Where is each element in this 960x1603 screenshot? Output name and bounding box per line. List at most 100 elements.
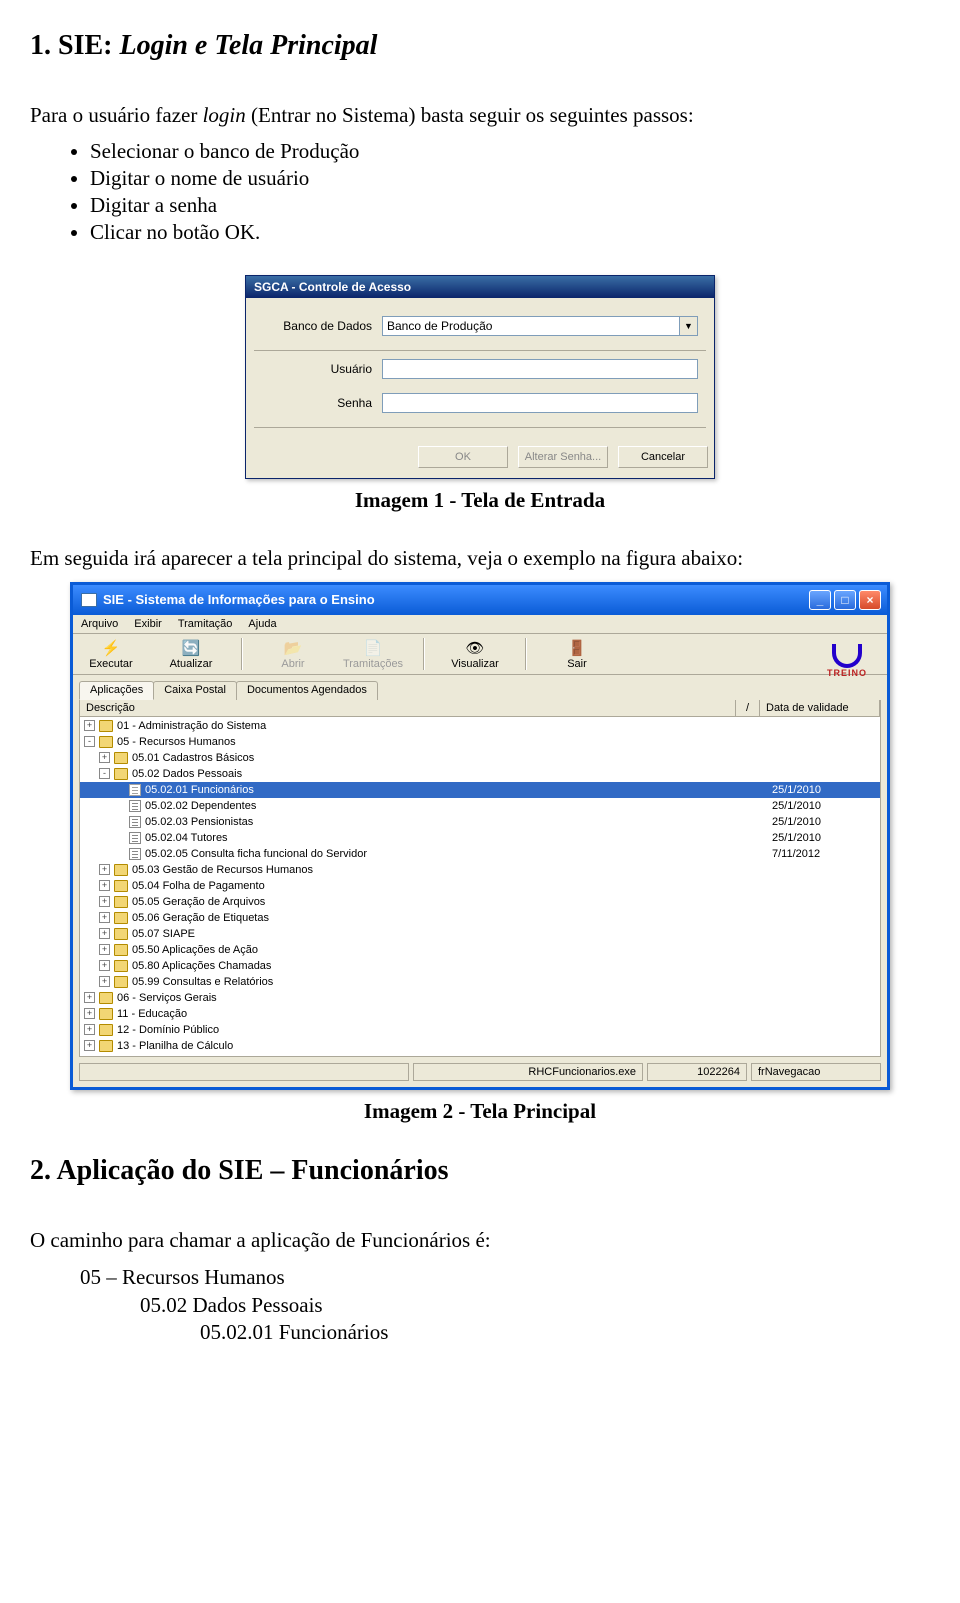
menu-arquivo[interactable]: Arquivo	[81, 618, 118, 630]
expand-icon[interactable]: +	[99, 928, 110, 939]
tree-row-label: 05.06 Geração de Etiquetas	[132, 912, 766, 924]
tree-row[interactable]: +05.80 Aplicações Chamadas	[80, 958, 880, 974]
expand-icon[interactable]: +	[84, 992, 95, 1003]
tree-row-label: 05.80 Aplicações Chamadas	[132, 960, 766, 972]
tree-row[interactable]: +05.50 Aplicações de Ação	[80, 942, 880, 958]
tree-row[interactable]: -05.02 Dados Pessoais	[80, 766, 880, 782]
tree-row[interactable]: +11 - Educação	[80, 1006, 880, 1022]
tree-row[interactable]: 05.02.03 Pensionistas25/1/2010	[80, 814, 880, 830]
intro-a: Para o usuário fazer	[30, 103, 203, 127]
col-descricao[interactable]: Descrição	[80, 700, 736, 716]
login-dialog: SGCA - Controle de Acesso Banco de Dados…	[245, 275, 715, 479]
status-bar: RHCFuncionarios.exe 1022264 frNavegacao	[79, 1063, 881, 1081]
tree-row[interactable]: +05.99 Consultas e Relatórios	[80, 974, 880, 990]
toolbar-atualizar[interactable]: 🔄 Atualizar	[161, 638, 221, 670]
document-icon	[129, 848, 141, 860]
tree-row[interactable]: +05.06 Geração de Etiquetas	[80, 910, 880, 926]
tree-row[interactable]: +05.05 Geração de Arquivos	[80, 894, 880, 910]
document-icon	[129, 832, 141, 844]
expand-icon[interactable]: +	[99, 896, 110, 907]
tree-row-date: 25/1/2010	[766, 832, 876, 844]
paragraph-3: O caminho para chamar a aplicação de Fun…	[30, 1227, 930, 1254]
treino-logo: TREINO	[817, 638, 877, 684]
combo-banco-dados[interactable]	[382, 316, 680, 336]
expand-icon[interactable]: +	[99, 864, 110, 875]
folder-icon	[114, 752, 128, 764]
toolbar-tramitacoes: 📄 Tramitações	[343, 638, 403, 670]
window-title: SIE - Sistema de Informações para o Ensi…	[103, 592, 375, 607]
folder-icon	[99, 1008, 113, 1020]
toolbar: ⚡ Executar 🔄 Atualizar 📂 Abrir 📄 Tramita…	[73, 634, 887, 675]
ok-button[interactable]: OK	[418, 446, 508, 468]
menu-ajuda[interactable]: Ajuda	[248, 618, 276, 630]
folder-icon	[99, 1040, 113, 1052]
tab-caixa-postal[interactable]: Caixa Postal	[153, 681, 237, 700]
maximize-button[interactable]: □	[834, 590, 856, 610]
tree-row[interactable]: 05.02.02 Dependentes25/1/2010	[80, 798, 880, 814]
folder-icon	[114, 928, 128, 940]
tree-row[interactable]: -05 - Recursos Humanos	[80, 734, 880, 750]
expand-icon[interactable]: +	[99, 912, 110, 923]
tree-row-date: 7/11/2012	[766, 848, 876, 860]
minimize-button[interactable]: _	[809, 590, 831, 610]
app-icon	[81, 593, 97, 607]
toolbar-label: Executar	[89, 658, 132, 670]
tree-row[interactable]: +12 - Domínio Público	[80, 1022, 880, 1038]
tree-row[interactable]: +05.07 SIAPE	[80, 926, 880, 942]
menu-tramitacao[interactable]: Tramitação	[178, 618, 233, 630]
execute-icon: ⚡	[100, 638, 122, 658]
tree-row[interactable]: +05.03 Gestão de Recursos Humanos	[80, 862, 880, 878]
input-senha[interactable]	[382, 393, 698, 413]
folder-icon	[114, 944, 128, 956]
alterar-senha-button[interactable]: Alterar Senha...	[518, 446, 608, 468]
document-icon	[129, 800, 141, 812]
status-num: 1022264	[647, 1063, 747, 1081]
expand-icon[interactable]: +	[99, 752, 110, 763]
open-icon: 📂	[282, 638, 304, 658]
logo-text: TREINO	[827, 668, 867, 678]
tree-row[interactable]: +13 - Planilha de Cálculo	[80, 1038, 880, 1054]
col-data-validade[interactable]: Data de validade	[760, 700, 880, 716]
tree-row-label: 05.07 SIAPE	[132, 928, 766, 940]
menu-exibir[interactable]: Exibir	[134, 618, 162, 630]
cancelar-button[interactable]: Cancelar	[618, 446, 708, 468]
collapse-icon[interactable]: -	[99, 768, 110, 779]
tree-row[interactable]: +06 - Serviços Gerais	[80, 990, 880, 1006]
input-usuario[interactable]	[382, 359, 698, 379]
folder-icon	[99, 720, 113, 732]
tree-row[interactable]: 05.02.01 Funcionários25/1/2010	[80, 782, 880, 798]
tree-row-label: 11 - Educação	[117, 1008, 766, 1020]
toolbar-separator	[525, 638, 527, 670]
chevron-down-icon[interactable]: ▼	[680, 316, 698, 336]
expand-icon[interactable]: +	[84, 720, 95, 731]
expand-icon[interactable]: +	[84, 1008, 95, 1019]
tree-row-label: 05.04 Folha de Pagamento	[132, 880, 766, 892]
tree-row[interactable]: 05.02.05 Consulta ficha funcional do Ser…	[80, 846, 880, 862]
expand-icon[interactable]: +	[99, 976, 110, 987]
toolbar-visualizar[interactable]: 👁 Visualizar	[445, 638, 505, 670]
expand-icon[interactable]: +	[99, 944, 110, 955]
toolbar-label: Abrir	[281, 658, 304, 670]
step-item: Clicar no botão OK.	[90, 220, 930, 245]
tab-documentos-agendados[interactable]: Documentos Agendados	[236, 681, 378, 700]
collapse-icon[interactable]: -	[84, 736, 95, 747]
tree-row-label: 05.99 Consultas e Relatórios	[132, 976, 766, 988]
expand-icon[interactable]: +	[84, 1040, 95, 1051]
expand-icon[interactable]: +	[99, 880, 110, 891]
path-level-1: 05 – Recursos Humanos	[30, 1264, 930, 1291]
toolbar-sair[interactable]: 🚪 Sair	[547, 638, 607, 670]
folder-icon	[114, 864, 128, 876]
tree-row[interactable]: 05.02.04 Tutores25/1/2010	[80, 830, 880, 846]
toolbar-executar[interactable]: ⚡ Executar	[81, 638, 141, 670]
expand-icon[interactable]: +	[99, 960, 110, 971]
tab-aplicacoes[interactable]: Aplicações	[79, 681, 154, 700]
tree-row[interactable]: +01 - Administração do Sistema	[80, 718, 880, 734]
tree-row[interactable]: +05.04 Folha de Pagamento	[80, 878, 880, 894]
tree-row[interactable]: +05.01 Cadastros Básicos	[80, 750, 880, 766]
tree-list: Descrição / Data de validade +01 - Admin…	[79, 700, 881, 1057]
tree-body: +01 - Administração do Sistema-05 - Recu…	[80, 717, 880, 1056]
expand-icon[interactable]: +	[84, 1024, 95, 1035]
separator	[254, 350, 706, 351]
close-button[interactable]: ×	[859, 590, 881, 610]
col-sort[interactable]: /	[736, 700, 760, 716]
